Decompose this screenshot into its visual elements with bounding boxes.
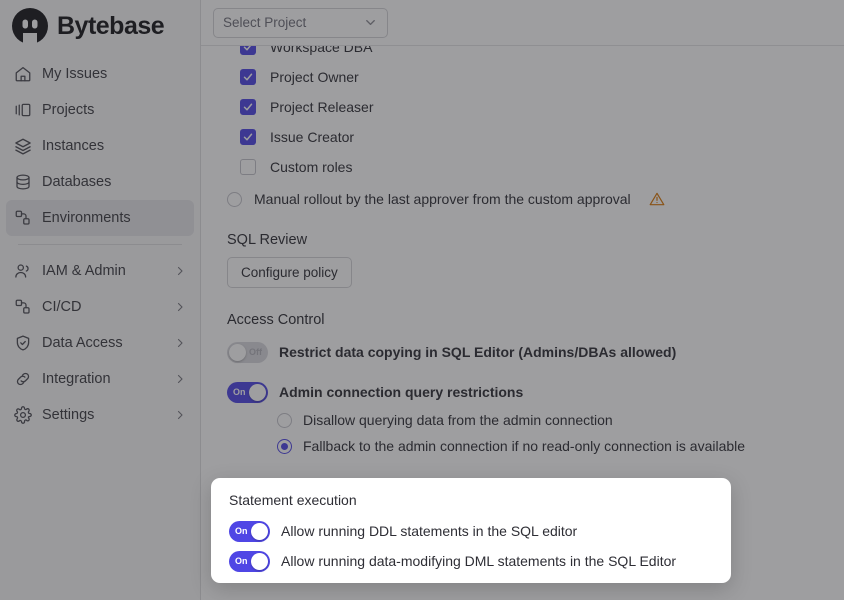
allow-dml-toggle[interactable]: On [229, 550, 270, 572]
allow-ddl-row[interactable]: On Allow running DDL statements in the S… [229, 517, 713, 545]
allow-dml-row[interactable]: On Allow running data-modifying DML stat… [229, 547, 713, 575]
allow-dml-label: Allow running data-modifying DML stateme… [281, 553, 677, 569]
allow-ddl-toggle[interactable]: On [229, 520, 270, 542]
app-root: Bytebase My Issues Projects Instances Da… [0, 0, 844, 600]
toggle-knob [251, 522, 268, 540]
allow-ddl-label: Allow running DDL statements in the SQL … [281, 523, 578, 539]
statement-execution-title: Statement execution [229, 492, 357, 508]
toggle-knob [251, 552, 268, 570]
toggle-state-label: On [235, 555, 248, 566]
toggle-state-label: On [235, 525, 248, 536]
statement-execution-panel: Statement execution On Allow running DDL… [211, 478, 731, 583]
